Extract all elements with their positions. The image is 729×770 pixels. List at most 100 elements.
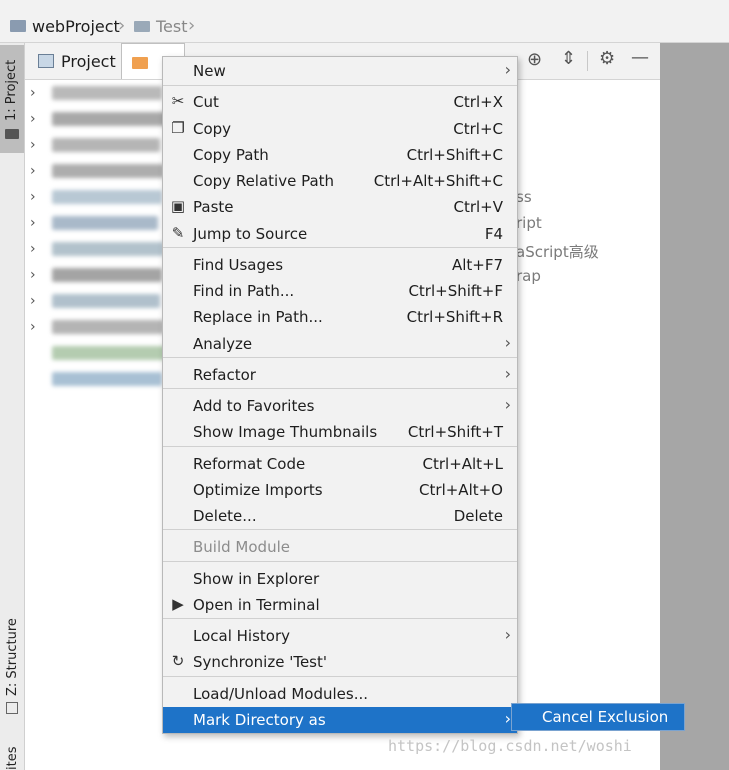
menu-item-shortcut: Ctrl+Shift+C <box>406 146 503 164</box>
chevron-right-icon: › <box>30 267 36 283</box>
menu-separator <box>163 85 517 86</box>
menu-item-refactor[interactable]: Refactor › <box>163 362 517 388</box>
chevron-right-icon: › <box>30 319 36 335</box>
menu-item-shortcut: Alt+F7 <box>451 256 503 274</box>
tree-row[interactable]: › <box>30 108 167 134</box>
menu-item-shortcut: F4 <box>484 225 503 243</box>
chevron-right-icon: › <box>30 189 36 205</box>
menu-item-copy-relative-path[interactable]: Copy Relative Path Ctrl+Alt+Shift+C <box>163 168 517 194</box>
redacted-name <box>52 190 162 204</box>
background-text: ss <box>516 188 532 206</box>
folder-icon <box>5 129 19 139</box>
menu-item-label: Show Image Thumbnails <box>193 423 378 441</box>
menu-item-show-image-thumbnails[interactable]: Show Image Thumbnails Ctrl+Shift+T <box>163 419 517 445</box>
menu-separator <box>163 676 517 677</box>
chevron-right-icon: › <box>30 137 36 153</box>
menu-item-label: Replace in Path... <box>193 308 323 326</box>
background-text: ript <box>516 214 542 232</box>
menu-item-local-history[interactable]: Local History › <box>163 623 517 649</box>
redacted-name <box>52 372 162 386</box>
redacted-name <box>52 164 164 178</box>
menu-item-add-to-favorites[interactable]: Add to Favorites › <box>163 393 517 419</box>
scissors-icon: ✂ <box>171 92 185 110</box>
menu-item-shortcut: Ctrl+Shift+R <box>406 308 503 326</box>
menu-item-label: Build Module <box>193 538 290 556</box>
folder-icon <box>134 21 150 32</box>
menu-item-copy[interactable]: ❐ Copy Ctrl+C <box>163 116 517 142</box>
minimize-icon[interactable]: — <box>631 47 649 68</box>
locate-icon[interactable]: ⊕ <box>527 49 542 70</box>
chevron-right-icon: › <box>504 395 511 414</box>
tree-row[interactable]: › <box>30 134 165 160</box>
redacted-name <box>52 242 164 256</box>
menu-item-shortcut: Ctrl+C <box>453 120 503 138</box>
redacted-name <box>52 320 164 334</box>
menu-item-find-in-path[interactable]: Find in Path... Ctrl+Shift+F <box>163 278 517 304</box>
menu-item-new[interactable]: New › <box>163 58 517 84</box>
menu-item-optimize-imports[interactable]: Optimize Imports Ctrl+Alt+O <box>163 477 517 503</box>
menu-item-reformat-code[interactable]: Reformat Code Ctrl+Alt+L <box>163 451 517 477</box>
menu-item-open-in-terminal[interactable]: ▶ Open in Terminal <box>163 592 517 618</box>
chevron-right-icon: › <box>30 163 36 179</box>
background-text: rap <box>516 267 541 285</box>
menu-item-label: Mark Directory as <box>193 711 326 729</box>
menu-item-label: Find Usages <box>193 256 284 274</box>
menu-item-label: Open in Terminal <box>193 596 320 614</box>
menu-item-analyze[interactable]: Analyze › <box>163 331 517 357</box>
menu-item-copy-path[interactable]: Copy Path Ctrl+Shift+C <box>163 142 517 168</box>
menu-item-cut[interactable]: ✂ Cut Ctrl+X <box>163 89 517 115</box>
background-text: aScript高级 <box>516 243 599 261</box>
tool-tab-project-label: 1: Project <box>4 59 19 121</box>
menu-item-label: Jump to Source <box>193 225 308 243</box>
chevron-right-icon: › <box>30 293 36 309</box>
submenu-cancel-exclusion[interactable]: Cancel Exclusion <box>511 703 685 731</box>
menu-item-shortcut: Ctrl+X <box>453 93 503 111</box>
structure-icon <box>6 702 18 714</box>
menu-item-replace-in-path[interactable]: Replace in Path... Ctrl+Shift+R <box>163 304 517 330</box>
chevron-right-icon: › <box>30 85 36 101</box>
tree-row[interactable]: › <box>30 160 165 186</box>
gear-icon[interactable]: ⚙ <box>599 48 615 69</box>
tree-row[interactable] <box>30 342 166 368</box>
copy-icon: ❐ <box>171 119 185 137</box>
menu-item-mark-directory-as[interactable]: Mark Directory as › <box>163 707 517 733</box>
tree-row[interactable]: › <box>30 186 165 212</box>
menu-item-shortcut: Ctrl+Alt+Shift+C <box>373 172 503 190</box>
menu-separator <box>163 388 517 389</box>
project-view-icon <box>38 54 54 68</box>
menu-item-jump-to-source[interactable]: ✎ Jump to Source F4 <box>163 221 517 247</box>
menu-item-load-unload-modules[interactable]: Load/Unload Modules... <box>163 681 517 707</box>
menu-item-shortcut: Ctrl+Alt+L <box>422 455 504 473</box>
menu-item-show-in-explorer[interactable]: Show in Explorer <box>163 566 517 592</box>
collapse-all-icon[interactable]: ⇕ <box>561 48 576 69</box>
tree-row[interactable]: › <box>30 290 165 316</box>
menu-item-label: Find in Path... <box>193 282 295 300</box>
menu-item-label: Delete... <box>193 507 257 525</box>
tree-row[interactable]: › <box>30 82 165 108</box>
tree-row[interactable] <box>30 368 165 394</box>
menu-item-label: Reformat Code <box>193 455 306 473</box>
breadcrumb: webProject › Test › <box>0 8 729 43</box>
menu-item-label: Add to Favorites <box>193 397 315 415</box>
menu-item-shortcut: Ctrl+Alt+O <box>419 481 503 499</box>
menu-item-delete[interactable]: Delete... Delete <box>163 503 517 529</box>
menu-item-paste[interactable]: ▣ Paste Ctrl+V <box>163 194 517 220</box>
tree-row[interactable]: › <box>30 238 165 264</box>
tree-row[interactable]: › <box>30 212 165 238</box>
menu-item-label: Optimize Imports <box>193 481 323 499</box>
folder-icon <box>132 57 148 69</box>
redacted-name <box>52 138 160 152</box>
tool-tab-favorites[interactable]: ites <box>0 740 24 770</box>
breadcrumb-project[interactable]: webProject <box>32 17 120 36</box>
menu-item-synchronize-test[interactable]: ↻ Synchronize 'Test' <box>163 649 517 675</box>
tree-row[interactable]: › <box>30 316 165 342</box>
chevron-right-icon: › <box>504 333 511 352</box>
menu-item-label: Copy Relative Path <box>193 172 335 190</box>
tree-row[interactable]: › <box>30 264 165 290</box>
watermark: https://blog.csdn.net/woshi <box>388 737 632 755</box>
breadcrumb-folder[interactable]: Test <box>156 17 188 36</box>
menu-item-find-usages[interactable]: Find Usages Alt+F7 <box>163 252 517 278</box>
tool-tab-structure[interactable]: Z: Structure <box>0 616 24 716</box>
project-view-label[interactable]: Project <box>61 52 116 71</box>
tool-tab-project[interactable]: 1: Project <box>0 45 24 153</box>
